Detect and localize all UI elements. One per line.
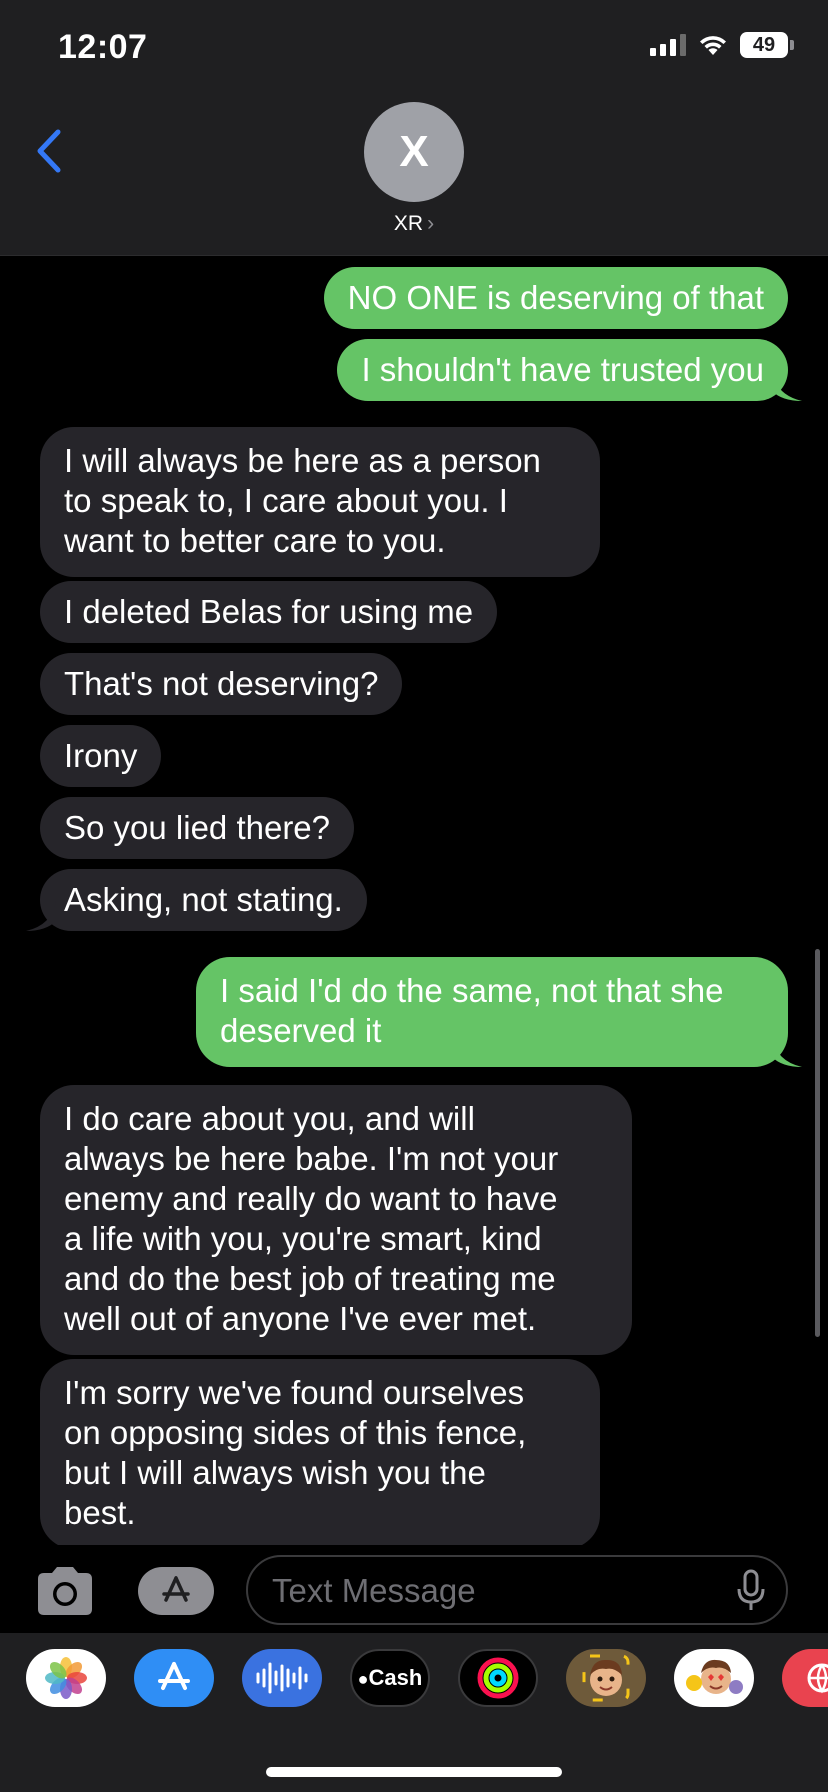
message-bubble-received[interactable]: Irony: [40, 725, 162, 787]
web-search-icon[interactable]: [782, 1649, 828, 1707]
conversation-header: 12:07 49 X XR ›: [0, 0, 828, 256]
status-time: 12:07: [58, 28, 148, 66]
message-bubble-received[interactable]: So you lied there?: [40, 797, 355, 859]
globe-icon: [807, 1663, 828, 1694]
message-thread[interactable]: NO ONE is deserving of that I shouldn't …: [0, 257, 828, 1545]
waveform-icon: [256, 1662, 308, 1694]
audio-message-icon[interactable]: [242, 1649, 322, 1707]
chevron-right-icon: ›: [427, 212, 435, 235]
fitness-icon[interactable]: [458, 1649, 538, 1707]
apple-cash-icon[interactable]: ●Cash: [350, 1649, 430, 1707]
imessage-app-drawer: ●Cash: [0, 1633, 828, 1792]
cellular-signal-icon: [650, 34, 686, 56]
memoji-face-icon: [582, 1654, 630, 1702]
message-bubble-received[interactable]: I do care about you, and will always be …: [40, 1085, 632, 1355]
app-store-a-icon: [158, 1662, 190, 1690]
message-bubble-sent[interactable]: NO ONE is deserving of that: [323, 267, 788, 329]
compose-bar: [0, 1545, 828, 1633]
message-bubble-sent[interactable]: I shouldn't have trusted you: [337, 339, 788, 401]
contact-avatar[interactable]: X: [364, 102, 464, 202]
status-icons: 49: [650, 32, 794, 58]
microphone-icon[interactable]: [736, 1569, 766, 1613]
memoji-stickers-face-icon: [686, 1659, 743, 1694]
wifi-icon: [700, 36, 726, 55]
bubble-tail: [772, 1037, 802, 1067]
message-text-field[interactable]: [246, 1555, 788, 1625]
message-bubble-received[interactable]: That's not deserving?: [40, 653, 403, 715]
message-bubble-received[interactable]: Asking, not stating.: [40, 869, 367, 931]
message-bubble-received[interactable]: I will always be here as a person to spe…: [40, 427, 600, 577]
message-input[interactable]: [272, 1567, 712, 1615]
contact-name-button[interactable]: XR ›: [0, 212, 828, 236]
activity-rings-icon: [477, 1657, 519, 1699]
home-indicator[interactable]: [266, 1767, 562, 1777]
battery-level: 49: [740, 32, 788, 58]
photos-flower-icon: [45, 1657, 87, 1699]
bubble-tail: [772, 371, 802, 401]
memoji-stickers-icon[interactable]: [674, 1649, 754, 1707]
app-store-icon[interactable]: [134, 1649, 214, 1707]
scrollbar[interactable]: [815, 949, 820, 1337]
app-store-button[interactable]: [138, 1567, 214, 1615]
memoji-icon[interactable]: [566, 1649, 646, 1707]
cash-label: ●Cash: [357, 1665, 423, 1690]
message-bubble-received[interactable]: I deleted Belas for using me: [40, 581, 498, 643]
back-chevron-icon[interactable]: [30, 126, 70, 176]
app-store-a-icon: [162, 1576, 190, 1602]
camera-icon[interactable]: [34, 1565, 96, 1617]
battery-icon: 49: [740, 32, 794, 58]
message-bubble-sent[interactable]: I said I'd do the same, not that she des…: [196, 957, 788, 1067]
bubble-tail: [26, 901, 56, 931]
message-bubble-received[interactable]: I'm sorry we've found ourselves on oppos…: [40, 1359, 600, 1545]
contact-name: XR: [393, 212, 424, 235]
photos-app-icon[interactable]: [26, 1649, 106, 1707]
